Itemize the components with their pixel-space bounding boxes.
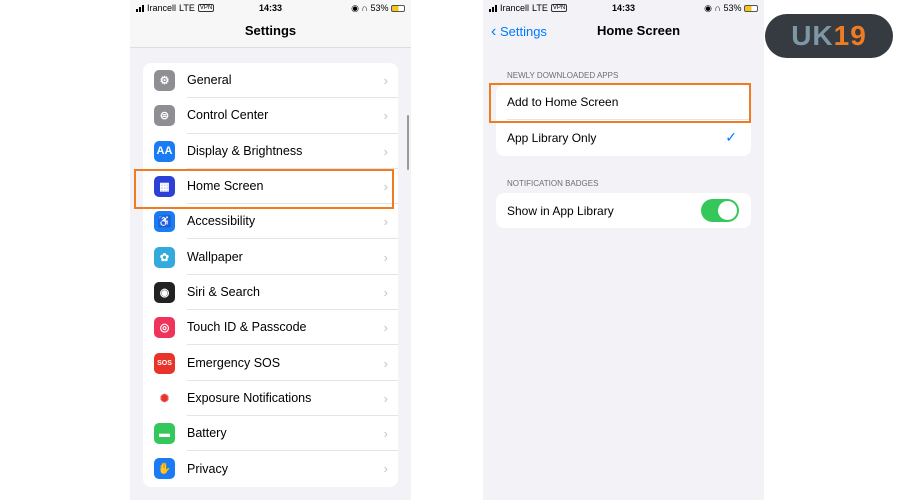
vpn-badge: VPN	[197, 4, 215, 12]
settings-item-display-brightness[interactable]: AA Display & Brightness ›	[143, 134, 398, 169]
chevron-right-icon: ›	[383, 390, 388, 406]
logo: UK 19	[765, 14, 893, 58]
page-title: Settings	[244, 23, 297, 38]
chevron-left-icon: ‹	[491, 23, 497, 40]
chevron-right-icon: ›	[383, 73, 388, 89]
chevron-right-icon: ›	[383, 284, 388, 300]
settings-item-label: Touch ID & Passcode	[187, 310, 398, 346]
hand-icon: ✋	[154, 458, 175, 480]
battery-percent: 53%	[370, 2, 389, 13]
gear-icon: ⚙	[154, 70, 175, 92]
time: 14:33	[258, 3, 283, 13]
scrollbar[interactable]	[407, 115, 409, 170]
sos-icon: SOS	[154, 352, 175, 374]
status-bar: Irancell LTE VPN 14:33 ◉ ∩ 53%	[483, 0, 764, 16]
option-app-library-only[interactable]: App Library Only ✓	[496, 120, 751, 155]
settings-item-siri-search[interactable]: ◉ Siri & Search ›	[143, 275, 398, 311]
chevron-right-icon: ›	[383, 143, 388, 159]
settings-item-label: Accessibility	[187, 204, 398, 240]
accessibility-icon: ♿	[154, 211, 175, 233]
show-in-app-library-toggle[interactable]	[701, 199, 739, 223]
battery-icon	[391, 4, 406, 12]
network: LTE	[532, 3, 548, 13]
chevron-right-icon: ›	[383, 355, 388, 371]
settings-item-general[interactable]: ⚙ General ›	[143, 63, 398, 99]
settings-item-exposure-notifications[interactable]: ✺ Exposure Notifications ›	[143, 381, 398, 416]
settings-item-label: Display & Brightness	[187, 134, 398, 169]
settings-item-wallpaper[interactable]: ✿ Wallpaper ›	[143, 239, 398, 275]
home-screen-settings: Irancell LTE VPN 14:33 ◉ ∩ 53% ‹ Settings …	[483, 0, 764, 500]
settings-item-accessibility[interactable]: ♿ Accessibility ›	[143, 204, 398, 240]
section-header-badges: NOTIFICATION BADGES	[507, 179, 599, 188]
time: 14:33	[611, 3, 636, 13]
carrier: Irancell	[500, 3, 530, 13]
status-bar: Irancell LTE VPN 14:33 ◉ ∩ 53%	[130, 0, 411, 16]
settings-item-label: Wallpaper	[187, 239, 398, 275]
settings-item-privacy[interactable]: ✋ Privacy ›	[143, 451, 398, 486]
show-in-app-library-row: Show in App Library	[496, 193, 751, 228]
chevron-right-icon: ›	[383, 426, 388, 442]
text-size-icon: AA	[154, 140, 175, 162]
settings-item-label: Exposure Notifications	[187, 381, 398, 416]
settings-list: ⚙ General › ⊜ Control Center › AA Display & Bri…	[143, 63, 398, 487]
battery-percent: 53%	[723, 2, 742, 13]
settings-item-label: General	[187, 63, 398, 99]
chevron-right-icon: ›	[383, 249, 388, 265]
vpn-badge: VPN	[550, 4, 568, 12]
checkmark-icon: ✓	[725, 129, 737, 146]
toggles-icon: ⊜	[154, 105, 175, 127]
network: LTE	[179, 3, 195, 13]
carrier: Irancell	[147, 3, 177, 13]
signal-icon	[489, 4, 497, 12]
fingerprint-icon: ◎	[154, 317, 175, 339]
battery-icon	[744, 4, 759, 12]
chevron-right-icon: ›	[383, 214, 388, 230]
settings-item-emergency-sos[interactable]: SOS Emergency SOS ›	[143, 345, 398, 381]
chevron-right-icon: ›	[383, 461, 388, 477]
settings-item-control-center[interactable]: ⊜ Control Center ›	[143, 98, 398, 134]
section-header-apps: NEWLY DOWNLOADED APPS	[507, 71, 619, 80]
highlight-box	[134, 169, 394, 209]
settings-item-touch-id-passcode[interactable]: ◎ Touch ID & Passcode ›	[143, 310, 398, 346]
option-label: App Library Only	[507, 130, 597, 145]
flower-icon: ✿	[154, 246, 175, 268]
settings-item-label: Emergency SOS	[187, 345, 398, 381]
highlight-box	[489, 83, 751, 123]
battery-icon: ▬	[154, 423, 175, 445]
settings-item-label: Siri & Search	[187, 275, 398, 311]
settings-item-battery[interactable]: ▬ Battery ›	[143, 416, 398, 452]
chevron-right-icon: ›	[383, 320, 388, 336]
settings-item-label: Privacy	[187, 461, 228, 476]
chevron-right-icon: ›	[383, 108, 388, 124]
siri-icon: ◉	[154, 281, 175, 303]
signal-icon	[136, 4, 144, 12]
badges-options: Show in App Library	[496, 193, 751, 229]
page-title: Home Screen	[596, 23, 681, 38]
settings-item-label: Control Center	[187, 98, 398, 134]
exposure-icon: ✺	[154, 387, 175, 409]
settings-item-label: Battery	[187, 416, 398, 452]
settings-screen: Irancell LTE VPN 14:33 ◉ ∩ 53% Settings ⚙ G…	[130, 0, 411, 500]
